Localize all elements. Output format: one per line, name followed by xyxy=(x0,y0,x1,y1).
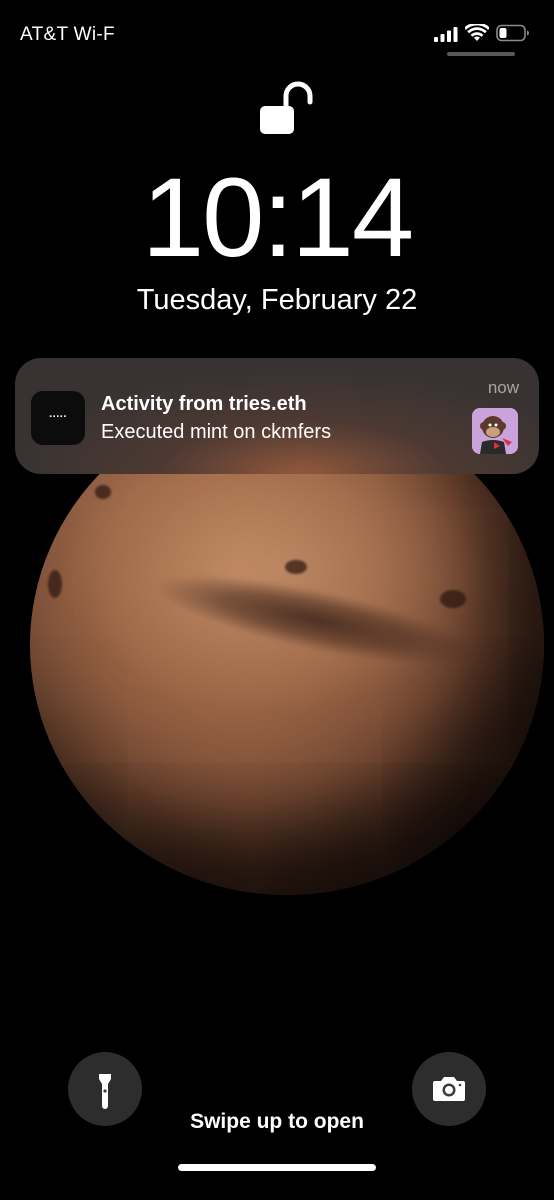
notification-card[interactable]: ..... Activity from tries.eth Executed m… xyxy=(15,358,539,474)
crater xyxy=(95,485,111,499)
crater xyxy=(285,560,307,574)
unlocked-padlock-icon xyxy=(260,81,313,134)
wifi-icon xyxy=(465,24,489,41)
status-bar: AT&T Wi-F xyxy=(0,0,554,70)
crater xyxy=(440,590,466,608)
swipe-up-hint: Swipe up to open xyxy=(190,1110,364,1133)
battery-icon xyxy=(496,24,529,42)
notification-body: Executed mint on ckmfers xyxy=(101,421,332,443)
notification-title: Activity from tries.eth xyxy=(101,393,307,415)
crater xyxy=(48,570,62,598)
signal-icon xyxy=(434,27,458,42)
nft-thumbnail-image xyxy=(472,408,518,454)
app-icon: ..... xyxy=(31,391,85,445)
clock-time: 10:14 xyxy=(141,155,414,280)
app-icon-dots: ..... xyxy=(49,408,67,420)
notification-time: now xyxy=(487,378,519,397)
control-center-indicator[interactable] xyxy=(447,52,515,56)
carrier-label: AT&T Wi-F xyxy=(20,24,115,45)
home-indicator[interactable] xyxy=(178,1164,376,1171)
clock-date: Tuesday, February 22 xyxy=(136,284,418,316)
lock-screen: AT&T Wi-F 10:14 Tuesday, February 22 ...… xyxy=(0,0,554,1200)
